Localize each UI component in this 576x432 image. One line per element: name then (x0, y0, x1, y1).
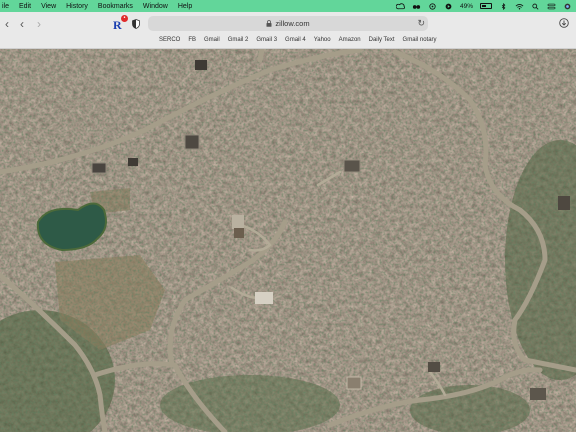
wifi-icon[interactable] (515, 3, 524, 10)
address-bar[interactable]: zillow.com ↻ (148, 16, 428, 31)
house-4-garage[interactable] (234, 228, 244, 238)
status-area: 49% (395, 2, 576, 10)
browser-toolbar: ‹ ‹ › R • zillow.com ↻ SERCO FB Gmail Gm… (0, 12, 576, 49)
bookmark-serco[interactable]: SERCO (159, 37, 180, 43)
notification-badge: • (121, 15, 128, 22)
satellite-map[interactable] (0, 49, 576, 432)
menu-help[interactable]: Help (178, 3, 192, 10)
house-4-roof[interactable] (232, 215, 244, 229)
downloads-icon[interactable] (559, 18, 569, 28)
menu-bar: ile Edit View History Bookmarks Window H… (0, 0, 576, 12)
bookmark-amazon[interactable]: Amazon (339, 37, 361, 43)
battery-percent: 49% (459, 2, 473, 10)
bookmark-daily-text[interactable]: Daily Text (369, 37, 395, 43)
map-canvas (0, 49, 576, 432)
creative-cloud-icon[interactable] (395, 2, 405, 10)
bookmark-gmail-3[interactable]: Gmail 3 (256, 37, 277, 43)
house-9[interactable] (558, 196, 570, 210)
control-center-icon[interactable] (547, 3, 556, 10)
bookmarks-bar: SERCO FB Gmail Gmail 2 Gmail 3 Gmail 4 Y… (159, 37, 437, 43)
menu-file[interactable]: ile (2, 3, 9, 10)
menu-edit[interactable]: Edit (19, 3, 31, 10)
forward-button[interactable]: › (33, 18, 45, 30)
house-5[interactable] (255, 292, 273, 304)
lock-icon (266, 20, 272, 27)
bookmark-gmail-notary[interactable]: Gmail notary (403, 37, 437, 43)
house-10[interactable] (195, 60, 207, 70)
bookmark-gmail-2[interactable]: Gmail 2 (228, 37, 249, 43)
glasses-icon[interactable] (412, 3, 421, 10)
shed-1[interactable] (128, 158, 138, 166)
siri-icon[interactable] (563, 3, 572, 10)
bluetooth-icon[interactable] (499, 2, 508, 10)
bookmark-yahoo[interactable]: Yahoo (314, 37, 331, 43)
url-text: zillow.com (275, 19, 310, 28)
search-icon[interactable] (531, 3, 540, 10)
bookmark-gmail-4[interactable]: Gmail 4 (285, 37, 306, 43)
focus-icon[interactable] (428, 2, 437, 10)
menu-bookmarks[interactable]: Bookmarks (98, 3, 133, 10)
play-icon[interactable] (444, 3, 453, 10)
menu-view[interactable]: View (41, 3, 56, 10)
bookmark-gmail[interactable]: Gmail (204, 37, 220, 43)
app-menu: ile Edit View History Bookmarks Window H… (0, 3, 197, 10)
house-7[interactable] (428, 362, 440, 372)
house-2[interactable] (91, 162, 107, 174)
house-8[interactable] (530, 388, 546, 400)
menu-window[interactable]: Window (143, 3, 168, 10)
bookmark-fb[interactable]: FB (188, 37, 196, 43)
house-1[interactable] (184, 134, 200, 150)
menu-history[interactable]: History (66, 3, 88, 10)
house-6[interactable] (346, 376, 362, 390)
reload-icon[interactable]: ↻ (417, 18, 425, 29)
road-spur-north (257, 49, 265, 63)
house-3[interactable] (343, 159, 361, 173)
battery-icon[interactable] (480, 3, 492, 9)
privacy-shield-icon[interactable] (132, 19, 140, 29)
extension-r-button[interactable]: R • (113, 15, 128, 33)
back-button[interactable]: ‹ (16, 18, 28, 30)
extension-r-label: R (113, 18, 122, 32)
sidebar-chevron-icon[interactable]: ‹ (1, 18, 13, 30)
